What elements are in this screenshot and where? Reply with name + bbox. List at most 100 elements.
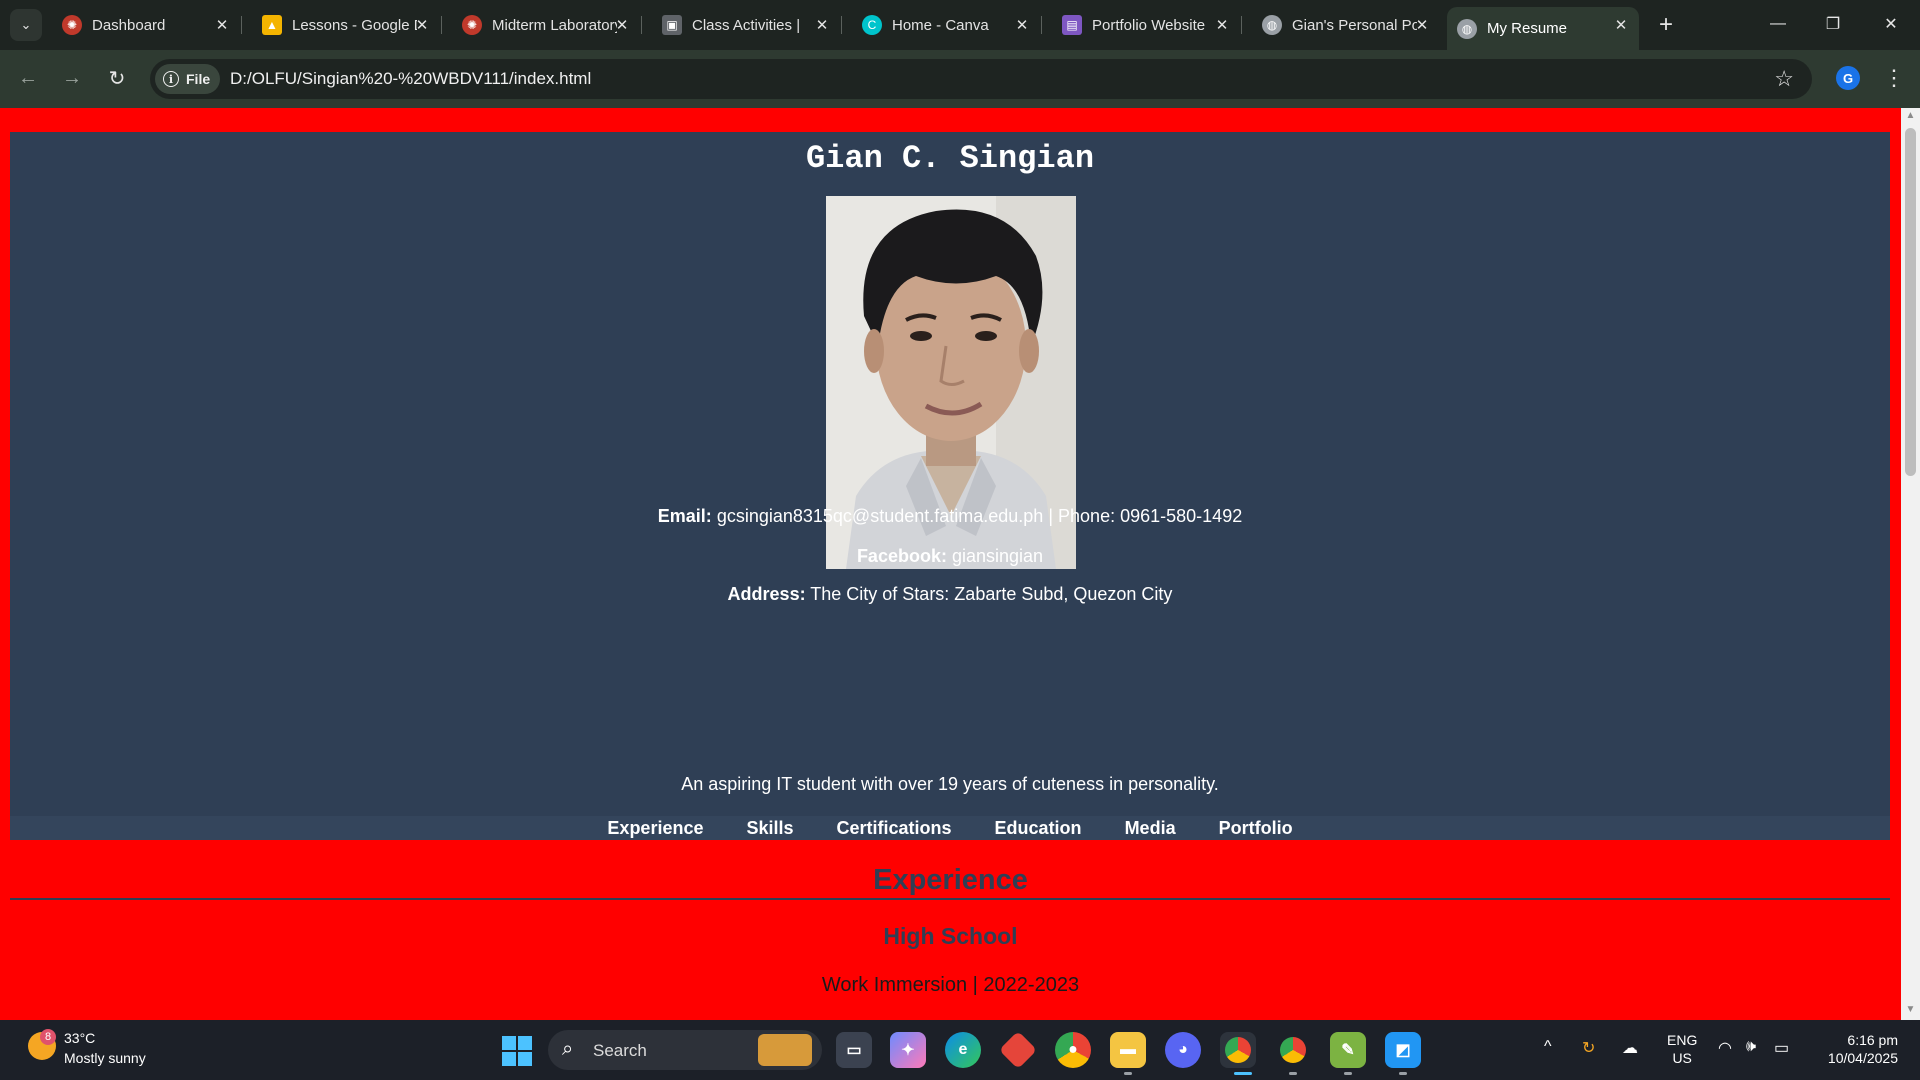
- battery-icon[interactable]: ▭: [1774, 1038, 1789, 1058]
- tab-canva[interactable]: C Home - Canva ✕: [852, 7, 1042, 43]
- tab-dashboard[interactable]: ✺ Dashboard ✕: [52, 7, 242, 43]
- contact-facebook: Facebook: giansingian: [10, 546, 1890, 567]
- nav-link-media[interactable]: Media: [1125, 816, 1176, 840]
- tab-class-activities[interactable]: ▣ Class Activities | ✕: [652, 7, 842, 43]
- windows-logo-pane: [518, 1052, 532, 1066]
- file-chip-label: File: [186, 71, 211, 87]
- nav-link-skills[interactable]: Skills: [746, 816, 793, 840]
- system-clock[interactable]: 6:16 pm 10/04/2025: [1818, 1031, 1898, 1067]
- olfu-icon: ✺: [462, 15, 482, 35]
- tab-separator: [1041, 16, 1042, 34]
- edge-icon[interactable]: e: [945, 1032, 981, 1068]
- running-indicator: [1289, 1072, 1297, 1075]
- reload-button[interactable]: ↻: [101, 62, 133, 94]
- bookmark-star-icon[interactable]: ☆: [1774, 67, 1794, 91]
- tab-title: Dashboard: [92, 16, 166, 34]
- tab-midterm[interactable]: ✺ Midterm Laboratory ✕: [452, 7, 642, 43]
- new-tab-button[interactable]: +: [1651, 10, 1681, 40]
- olfu-icon: ✺: [62, 15, 82, 35]
- profile-avatar[interactable]: G: [1836, 66, 1860, 90]
- tab-personal-portfolio[interactable]: ◍ Gian's Personal Portfolio ✕: [1252, 7, 1440, 43]
- tab-portfolio-website[interactable]: ▤ Portfolio Website ✕: [1052, 7, 1242, 43]
- tab-lessons[interactable]: ▲ Lessons - Google Drive ✕: [252, 7, 442, 43]
- back-button[interactable]: ←: [12, 62, 44, 94]
- tab-separator: [1241, 16, 1242, 34]
- address-bar[interactable]: i File D:/OLFU/Singian%20-%20WBDV111/ind…: [150, 59, 1812, 99]
- close-icon[interactable]: ✕: [612, 15, 632, 35]
- tab-title: Class Activities |: [692, 16, 801, 34]
- globe-icon: ◍: [1457, 18, 1477, 39]
- region-code: US: [1672, 1050, 1692, 1066]
- close-icon[interactable]: ✕: [412, 15, 432, 35]
- copilot-icon[interactable]: ✦: [890, 1032, 926, 1068]
- site-info-button[interactable]: i File: [155, 64, 221, 94]
- language-code: ENG: [1667, 1032, 1698, 1048]
- weather-condition[interactable]: Mostly sunny: [64, 1050, 146, 1066]
- close-icon[interactable]: ✕: [1212, 15, 1232, 35]
- weather-temperature[interactable]: 33°C: [64, 1030, 95, 1046]
- tab-separator: [441, 16, 442, 34]
- nav-link-education[interactable]: Education: [995, 816, 1082, 840]
- task-view-icon[interactable]: ▭: [836, 1032, 872, 1068]
- chrome-profile-icon[interactable]: [1220, 1032, 1256, 1068]
- sites-icon: ▤: [1062, 15, 1082, 35]
- close-icon[interactable]: ✕: [1611, 15, 1631, 35]
- sync-icon[interactable]: ↻: [1582, 1038, 1595, 1058]
- chrome-icon[interactable]: ●: [1055, 1032, 1091, 1068]
- page-viewport: Gian C. Singian Email: gcsingian8315qc@s…: [0, 108, 1901, 1020]
- chrome-second-profile-icon[interactable]: [1275, 1032, 1311, 1068]
- tagline: An aspiring IT student with over 19 year…: [681, 774, 1219, 794]
- tab-my-resume[interactable]: ◍ My Resume ✕: [1447, 7, 1639, 50]
- search-highlight-icon: [758, 1034, 812, 1066]
- active-indicator: [1234, 1072, 1252, 1075]
- phone-value: 0961-580-1492: [1120, 506, 1243, 526]
- tab-separator: [841, 16, 842, 34]
- canva-icon: C: [862, 15, 882, 35]
- file-explorer-icon[interactable]: ▬: [1110, 1032, 1146, 1068]
- nav-link-experience[interactable]: Experience: [607, 816, 703, 840]
- reload-icon: ↻: [108, 67, 126, 90]
- photos-icon[interactable]: ◩: [1385, 1032, 1421, 1068]
- page-scrollbar[interactable]: ▲ ▼: [1901, 108, 1920, 1020]
- start-button[interactable]: [502, 1036, 532, 1066]
- arrow-left-icon: ←: [18, 66, 38, 89]
- facebook-label: Facebook:: [856, 546, 947, 566]
- chevron-down-icon: ⌄: [20, 17, 32, 32]
- url-text[interactable]: D:/OLFU/Singian%20-%20WBDV111/index.html: [230, 59, 591, 99]
- scroll-down-icon[interactable]: ▼: [1905, 1004, 1916, 1015]
- scroll-thumb[interactable]: [1905, 128, 1916, 476]
- tab-separator: [641, 16, 642, 34]
- weather-badge: 8: [40, 1029, 56, 1045]
- close-window-button[interactable]: ✕: [1868, 6, 1914, 42]
- email-label: Email:: [657, 506, 712, 526]
- section-divider: [10, 898, 1890, 900]
- discord-icon[interactable]: ◕: [1165, 1032, 1201, 1068]
- chevron-up-icon[interactable]: ^: [1544, 1038, 1552, 1056]
- close-icon[interactable]: ✕: [1412, 15, 1432, 35]
- nav-link-certifications[interactable]: Certifications: [837, 816, 952, 840]
- google-drive-icon: ▲: [262, 15, 282, 35]
- windows-logo-pane: [502, 1052, 516, 1066]
- cloud-icon[interactable]: ☁: [1622, 1038, 1638, 1058]
- forward-button[interactable]: →: [56, 62, 88, 94]
- plus-icon: +: [1658, 11, 1673, 38]
- taskbar-search[interactable]: ⌕ Search: [548, 1030, 822, 1070]
- language-indicator[interactable]: ENG US: [1667, 1031, 1697, 1067]
- restore-button[interactable]: ❐: [1810, 6, 1856, 42]
- close-icon[interactable]: ✕: [812, 15, 832, 35]
- app-diamond-icon[interactable]: [998, 1030, 1038, 1070]
- browser-toolbar: ← → ↻ i File D:/OLFU/Singian%20-%20WBDV1…: [0, 50, 1920, 108]
- minimize-button[interactable]: —: [1755, 6, 1801, 42]
- notepad-icon[interactable]: ✎: [1330, 1032, 1366, 1068]
- close-icon[interactable]: ✕: [212, 15, 232, 35]
- close-icon[interactable]: ✕: [1012, 15, 1032, 35]
- nav-link-portfolio[interactable]: Portfolio: [1219, 816, 1293, 840]
- more-menu-icon[interactable]: ⋮: [1880, 64, 1908, 92]
- facebook-value: giansingian: [951, 546, 1044, 566]
- wifi-icon[interactable]: ◠: [1718, 1038, 1732, 1058]
- scroll-up-icon[interactable]: ▲: [1905, 110, 1916, 121]
- volume-icon[interactable]: 🕪: [1746, 1038, 1756, 1056]
- tab-search-button[interactable]: ⌄: [10, 9, 42, 41]
- contact-address: Address: The City of Stars: Zabarte Subd…: [10, 584, 1890, 605]
- experience-item: Work Immersion | 2022-2023: [821, 974, 1080, 996]
